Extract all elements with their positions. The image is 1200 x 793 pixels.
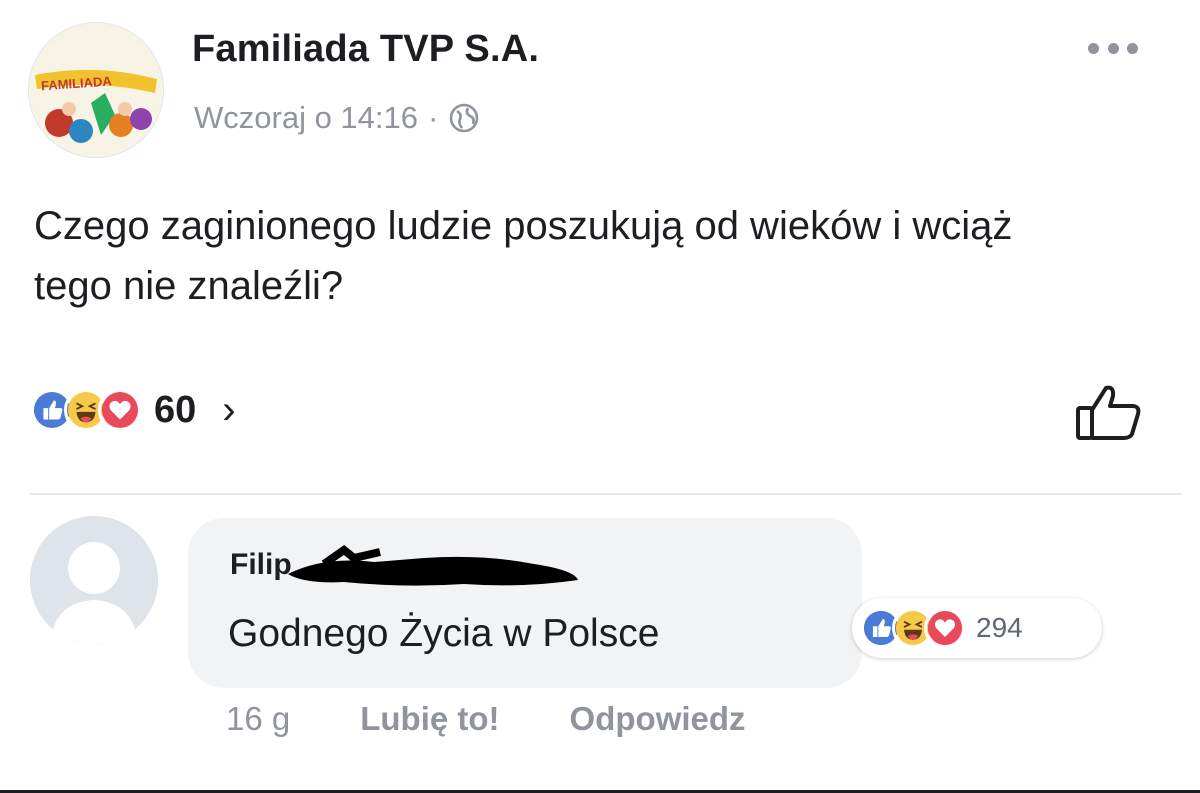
post-text: Czego zaginionego ludzie poszukują od wi… (34, 204, 1013, 308)
comment-text: Godnego Życia w Polsce (228, 612, 660, 655)
post-reactions[interactable]: 60 › (30, 388, 236, 432)
more-options-button[interactable] (1088, 38, 1138, 58)
post-timestamp[interactable]: Wczoraj o 14:16 (194, 100, 418, 136)
dot-icon (1107, 42, 1119, 54)
divider (30, 493, 1182, 495)
post-reaction-count: 60 (154, 388, 197, 431)
thumbs-up-icon (1076, 385, 1141, 440)
comment-author[interactable]: Filip (230, 548, 292, 582)
globe-icon (448, 102, 480, 134)
dot-icon (1088, 42, 1099, 54)
comment-like-button[interactable]: Lubię to! (360, 700, 499, 738)
page-name[interactable]: Familiada TVP S.A. (192, 28, 539, 71)
love-reaction-icon (98, 388, 142, 432)
familiada-logo: FAMILIADA (29, 23, 163, 157)
comment-actions: 16 g Lubię to! Odpowiedz (226, 700, 816, 738)
love-reaction-icon (924, 607, 966, 649)
chevron-right-icon[interactable]: › (222, 390, 235, 430)
like-post-button[interactable] (1074, 380, 1144, 444)
dot-icon (1127, 42, 1138, 54)
redaction-scribble (288, 545, 578, 586)
comment-reactions[interactable]: 294 (852, 598, 1102, 658)
default-avatar-icon (30, 516, 158, 644)
commenter-avatar[interactable] (30, 516, 158, 644)
comment-bubble: Filip Godnego Życia w Polsce (188, 518, 862, 688)
comment-time[interactable]: 16 g (226, 700, 290, 738)
post-meta: Wczoraj o 14:16 · (194, 100, 480, 136)
page-avatar[interactable]: FAMILIADA (28, 22, 164, 158)
meta-separator: · (428, 100, 439, 135)
comment-reply-button[interactable]: Odpowiedz (570, 700, 746, 738)
comment-reaction-count: 294 (976, 612, 1023, 643)
